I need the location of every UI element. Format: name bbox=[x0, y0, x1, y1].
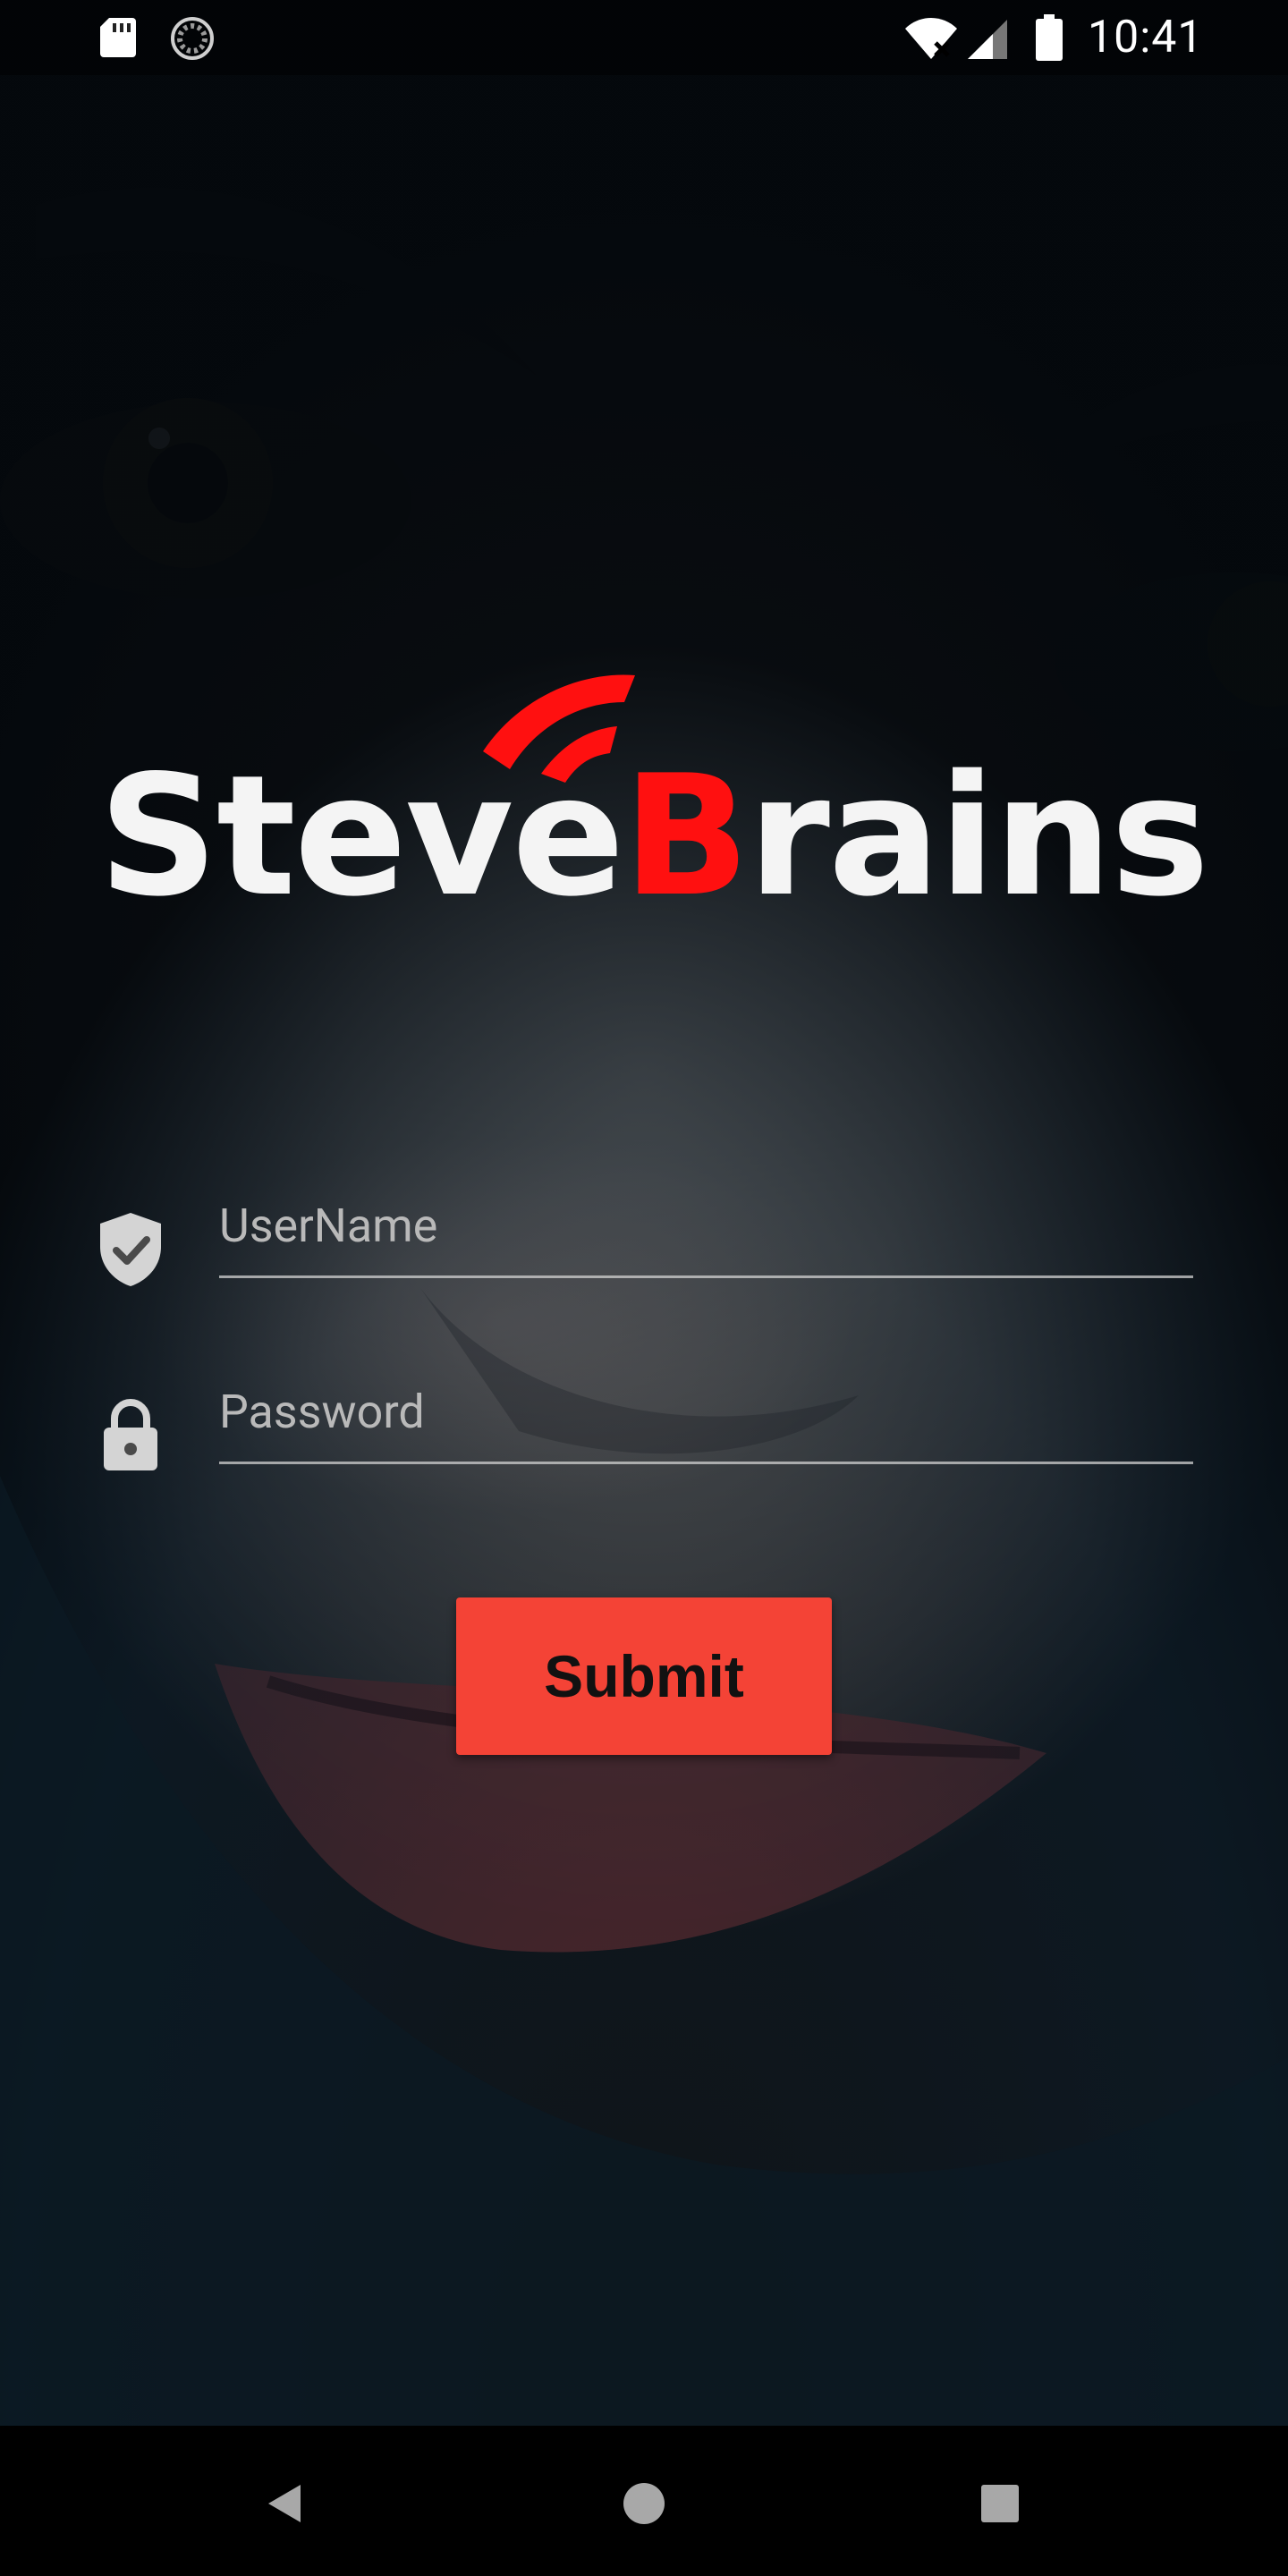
submit-button[interactable]: Submit bbox=[456, 1597, 832, 1755]
battery-icon bbox=[1036, 14, 1063, 61]
logo-wordmark: SteveBrains bbox=[98, 747, 1209, 926]
logo-text-steve: Steve bbox=[98, 739, 624, 933]
sync-icon bbox=[171, 17, 214, 60]
logo-text-rains: rains bbox=[748, 739, 1209, 933]
home-icon[interactable] bbox=[613, 2472, 675, 2535]
username-row bbox=[98, 1163, 1193, 1297]
navigation-bar bbox=[0, 2426, 1288, 2576]
app-logo: SteveBrains bbox=[98, 662, 1209, 930]
cell-signal-icon bbox=[968, 20, 1007, 59]
shield-check-icon bbox=[100, 1213, 161, 1286]
status-bar: 10:41 bbox=[0, 0, 1288, 75]
login-screen: 10:41 SteveBrains Submit bbox=[0, 0, 1288, 2576]
password-input[interactable] bbox=[219, 1367, 1193, 1464]
username-input[interactable] bbox=[219, 1181, 1193, 1278]
back-icon[interactable] bbox=[256, 2472, 318, 2535]
sd-card-icon bbox=[100, 18, 136, 57]
recents-icon[interactable] bbox=[969, 2472, 1031, 2535]
wifi-off-icon bbox=[905, 18, 957, 59]
status-clock: 10:41 bbox=[1088, 12, 1204, 64]
logo-text-b: B bbox=[623, 739, 750, 933]
password-row bbox=[98, 1349, 1193, 1483]
lock-icon bbox=[104, 1399, 157, 1470]
